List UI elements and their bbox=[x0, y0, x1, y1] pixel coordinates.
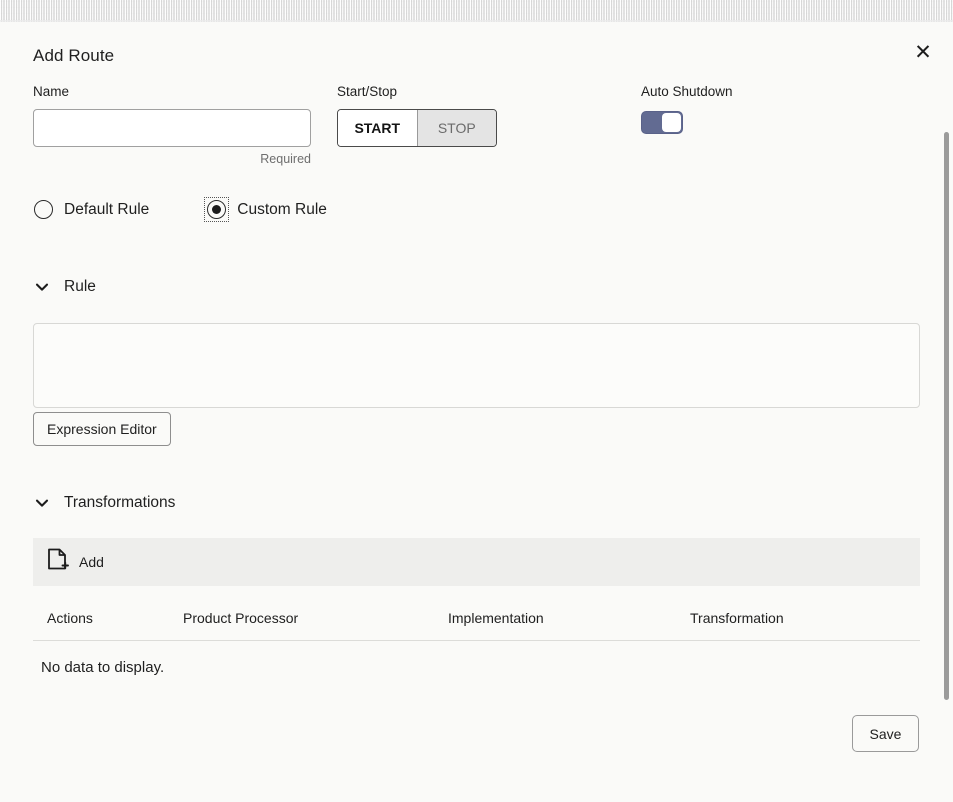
expression-editor-button[interactable]: Expression Editor bbox=[33, 412, 171, 446]
transformations-section-header[interactable]: Transformations bbox=[33, 494, 175, 512]
table-header-row: Actions Product Processor Implementation… bbox=[33, 610, 920, 641]
start-stop-label: Start/Stop bbox=[337, 84, 398, 99]
vertical-scrollbar-track[interactable] bbox=[940, 44, 953, 802]
document-add-icon bbox=[47, 548, 69, 577]
add-route-dialog: Add Route ✕ Name Required Start/Stop STA… bbox=[0, 22, 953, 802]
column-header-implementation: Implementation bbox=[448, 610, 544, 626]
auto-shutdown-label: Auto Shutdown bbox=[641, 84, 733, 99]
start-button[interactable]: START bbox=[338, 110, 417, 146]
name-helper-text: Required bbox=[260, 152, 311, 166]
table-empty-message: No data to display. bbox=[41, 659, 165, 676]
rule-section-title: Rule bbox=[64, 278, 96, 295]
radio-default-rule-label: Default Rule bbox=[64, 200, 150, 218]
save-button[interactable]: Save bbox=[852, 715, 919, 752]
radio-default-rule-indicator-wrap bbox=[31, 197, 56, 222]
auto-shutdown-toggle[interactable] bbox=[641, 111, 683, 134]
name-field-group: Name Required bbox=[33, 84, 311, 166]
rule-type-radio-group: Default Rule Custom Rule bbox=[31, 197, 327, 222]
rule-section-header[interactable]: Rule bbox=[33, 278, 96, 296]
chevron-down-icon bbox=[33, 494, 51, 512]
transformations-add-label: Add bbox=[79, 554, 104, 570]
transformations-section-title: Transformations bbox=[64, 494, 176, 511]
window-texture-strip bbox=[0, 0, 953, 22]
transformations-table: Actions Product Processor Implementation… bbox=[33, 610, 920, 676]
name-input[interactable] bbox=[33, 109, 311, 147]
vertical-scrollbar-thumb[interactable] bbox=[944, 132, 949, 700]
radio-circle-icon bbox=[34, 200, 53, 219]
radio-custom-rule[interactable]: Custom Rule bbox=[204, 197, 327, 222]
close-icon[interactable]: ✕ bbox=[909, 38, 937, 66]
radio-default-rule[interactable]: Default Rule bbox=[31, 197, 149, 222]
name-label: Name bbox=[33, 84, 70, 99]
chevron-down-icon bbox=[33, 278, 51, 296]
start-stop-button-group: START STOP bbox=[337, 109, 497, 147]
stop-button[interactable]: STOP bbox=[416, 110, 496, 146]
radio-custom-rule-label: Custom Rule bbox=[237, 200, 327, 218]
page-title: Add Route bbox=[33, 46, 115, 65]
column-header-actions: Actions bbox=[47, 610, 93, 626]
auto-shutdown-toggle-knob bbox=[662, 113, 681, 132]
transformations-add-row[interactable]: Add bbox=[33, 538, 920, 586]
rule-expression-input[interactable] bbox=[33, 323, 920, 408]
radio-circle-selected-icon bbox=[207, 200, 227, 219]
column-header-transformation: Transformation bbox=[690, 610, 784, 626]
radio-custom-rule-indicator-wrap bbox=[204, 197, 230, 222]
auto-shutdown-group: Auto Shutdown bbox=[641, 84, 733, 134]
column-header-product-processor: Product Processor bbox=[183, 610, 299, 626]
start-stop-group: Start/Stop START STOP bbox=[337, 84, 497, 147]
